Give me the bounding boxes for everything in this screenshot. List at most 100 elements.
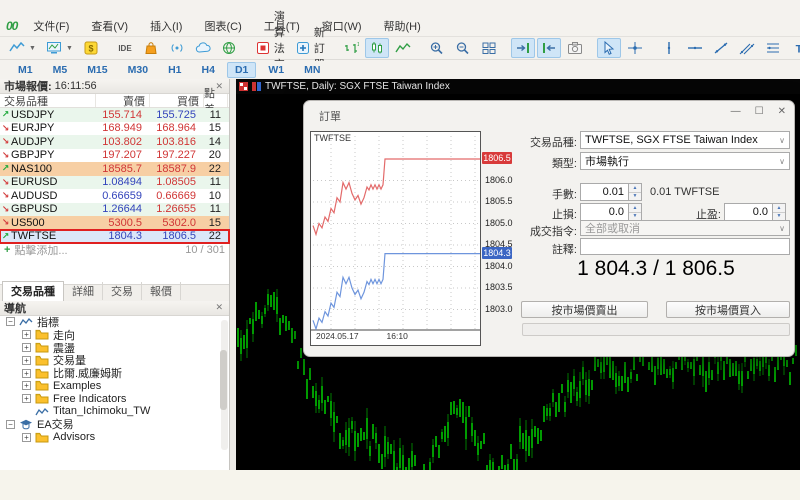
navigator-item[interactable]: + Examples xyxy=(0,380,229,393)
timeframe-m5[interactable]: M5 xyxy=(45,62,76,78)
draw-trendline-button[interactable] xyxy=(709,38,733,58)
comment-input[interactable] xyxy=(580,238,790,255)
market-watch-row-audusd[interactable]: ↘ AUDUSD 0.66659 0.66669 10 xyxy=(0,189,229,203)
navigator-item-label: Advisors xyxy=(53,431,96,444)
timeframe-d1[interactable]: D1 xyxy=(226,62,257,78)
bid-ask-price: 1 804.3 / 1 806.5 xyxy=(577,257,735,280)
chart-shift-button[interactable] xyxy=(510,38,535,58)
navigator-item[interactable]: − 指標 xyxy=(0,316,229,329)
take-profit-input[interactable]: 0.0 xyxy=(724,203,773,221)
symbol-name: NAS100 xyxy=(11,162,52,175)
cursor-mode-button[interactable] xyxy=(596,38,621,58)
chart-profile-button[interactable]: ▼ xyxy=(42,38,77,58)
auto-scroll-button[interactable] xyxy=(536,38,561,58)
market-store-button[interactable] xyxy=(139,38,163,58)
dialog-close-icon[interactable]: ✕ xyxy=(778,106,786,117)
navigator-item[interactable]: + 比爾.威廉姆斯 xyxy=(0,367,229,380)
timeframe-h4[interactable]: H4 xyxy=(194,62,223,78)
stop-loss-input[interactable]: 0.0 xyxy=(580,203,629,221)
buy-button[interactable]: 按市場價買入 xyxy=(666,301,790,318)
expand-icon[interactable]: + xyxy=(22,381,31,391)
expand-icon[interactable]: + xyxy=(22,330,31,340)
metaeditor-button[interactable]: IDE xyxy=(113,38,137,58)
market-watch-add-row[interactable]: + 點擊添加... 10 / 301 xyxy=(0,243,229,257)
community-button[interactable] xyxy=(217,38,241,58)
timeframe-w1[interactable]: W1 xyxy=(260,62,292,78)
column-ask[interactable]: 買價 xyxy=(150,94,204,108)
menu-v[interactable]: 查看(V) xyxy=(83,19,142,35)
navigator-close-icon[interactable]: ✕ xyxy=(213,302,225,313)
market-watch-tab[interactable]: 報價 xyxy=(142,281,181,300)
candle-chart-button[interactable] xyxy=(364,38,389,58)
draw-fibonacci-button[interactable] xyxy=(761,38,785,58)
dialog-maximize-icon[interactable]: ☐ xyxy=(755,106,764,117)
market-watch-row-eurusd[interactable]: ↘ EURUSD 1.08494 1.08505 11 xyxy=(0,175,229,189)
timeframe-m1[interactable]: M1 xyxy=(10,62,41,78)
market-watch-tab[interactable]: 交易 xyxy=(103,281,142,300)
navigator-item[interactable]: + Free Indicators xyxy=(0,392,229,405)
expand-icon[interactable]: + xyxy=(22,432,31,442)
navigator-item[interactable]: + 震盪 xyxy=(0,341,229,355)
chart-restore-icon[interactable] xyxy=(252,82,261,91)
draw-channel-button[interactable] xyxy=(735,38,759,58)
draw-vertical-line-button[interactable] xyxy=(657,38,681,58)
market-watch-row-gbpjpy[interactable]: ↘ GBPJPY 197.207 197.227 20 xyxy=(0,148,229,162)
expand-icon[interactable]: + xyxy=(22,394,31,404)
navigator-scrollbar[interactable] xyxy=(220,319,228,450)
menu-f[interactable]: 文件(F) xyxy=(25,19,83,35)
draw-text-button[interactable]: T xyxy=(787,38,800,58)
screenshot-button[interactable] xyxy=(563,38,587,58)
dialog-minimize-icon[interactable]: — xyxy=(731,106,741,117)
chart-menu-icon[interactable] xyxy=(239,82,248,91)
draw-horizontal-line-button[interactable] xyxy=(683,38,707,58)
market-watch-time: 16:11:56 xyxy=(54,80,97,92)
market-watch-row-audjpy[interactable]: ↘ AUDJPY 103.802 103.816 14 xyxy=(0,135,229,149)
svg-text:IDE: IDE xyxy=(118,44,132,53)
timeframe-mn[interactable]: MN xyxy=(296,62,328,78)
column-spread[interactable]: 點差 xyxy=(204,88,228,116)
tile-windows-button[interactable] xyxy=(477,38,501,58)
market-watch-toggle-button[interactable]: $ xyxy=(79,38,103,58)
collapse-icon[interactable]: − xyxy=(6,419,15,429)
menu-h[interactable]: 帮助(H) xyxy=(376,19,435,35)
volume-input[interactable]: 0.01 xyxy=(580,183,629,201)
menu-c[interactable]: 图表(C) xyxy=(196,19,255,35)
chart-type-button[interactable]: ▼ xyxy=(5,38,40,58)
navigator-item[interactable]: + Advisors xyxy=(0,431,229,444)
bar-chart-button[interactable]: 1 xyxy=(339,38,363,58)
line-chart-button[interactable] xyxy=(391,38,415,58)
order-type-select[interactable]: 市場執行 ∨ xyxy=(580,152,790,170)
take-profit-stepper[interactable]: ▲ ▼ xyxy=(773,203,786,221)
navigator-item[interactable]: + 走向 xyxy=(0,328,229,342)
market-watch-tab[interactable]: 詳細 xyxy=(64,281,103,300)
expand-icon[interactable]: + xyxy=(22,343,31,352)
volume-stepper[interactable]: ▲ ▼ xyxy=(629,183,642,201)
market-watch-row-twftse[interactable]: ↗ TWFTSE 1804.3 1806.5 22 xyxy=(0,228,230,244)
symbol-select[interactable]: TWFTSE, SGX FTSE Taiwan Index ∨ xyxy=(580,131,790,149)
timeframe-h1[interactable]: H1 xyxy=(160,62,189,78)
signals-button[interactable] xyxy=(165,38,189,58)
column-bid[interactable]: 賣價 xyxy=(96,94,150,108)
market-watch-row-eurjpy[interactable]: ↘ EURJPY 168.949 168.964 15 xyxy=(0,121,229,135)
crosshair-mode-button[interactable] xyxy=(623,38,647,58)
stop-loss-stepper[interactable]: ▲ ▼ xyxy=(629,203,642,221)
expand-icon[interactable]: + xyxy=(22,355,31,365)
navigator-item[interactable]: Titan_Ichimoku_TW xyxy=(0,405,229,418)
navigator-item-label: Examples xyxy=(53,379,102,392)
timeframe-m15[interactable]: M15 xyxy=(79,62,115,78)
column-symbol[interactable]: 交易品種 xyxy=(0,94,96,108)
navigator-item[interactable]: − EA交易 xyxy=(0,418,229,431)
vps-button[interactable] xyxy=(191,38,215,58)
market-watch-row-nas100[interactable]: ↗ NAS100 18585.7 18587.9 22 xyxy=(0,162,229,176)
collapse-icon[interactable]: − xyxy=(6,317,15,327)
timeframe-m30[interactable]: M30 xyxy=(120,62,156,78)
expand-icon[interactable]: + xyxy=(22,368,31,378)
zoom-out-button[interactable] xyxy=(451,38,475,58)
market-watch-tab[interactable]: 交易品種 xyxy=(2,280,64,301)
market-watch-row-us500[interactable]: ↘ US500 5300.5 5302.0 15 xyxy=(0,216,229,230)
market-watch-row-gbpusd[interactable]: ↘ GBPUSD 1.26644 1.26655 11 xyxy=(0,202,229,216)
zoom-in-button[interactable] xyxy=(425,38,449,58)
menu-i[interactable]: 插入(I) xyxy=(142,19,196,35)
market-watch-row-usdjpy[interactable]: ↗ USDJPY 155.714 155.725 11 xyxy=(0,108,229,122)
sell-button[interactable]: 按市場價賣出 xyxy=(521,301,648,318)
